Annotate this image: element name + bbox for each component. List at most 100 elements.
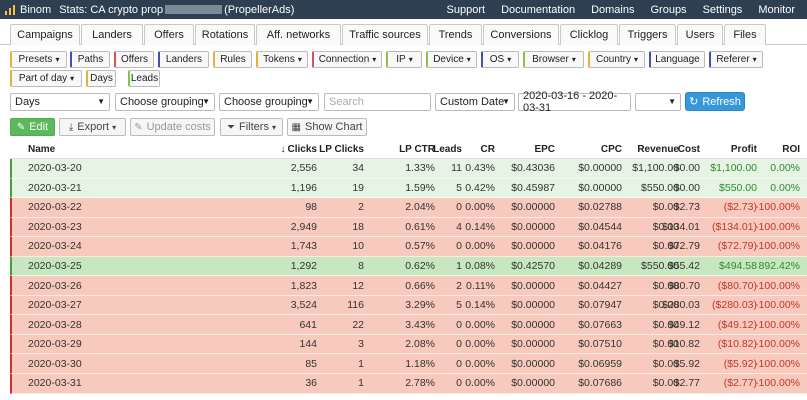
cell-epc: $0.00000 [511,299,555,312]
filter-offers[interactable]: Offers [114,51,154,68]
topnav-settings[interactable]: Settings [703,4,743,16]
filter-part-of-day[interactable]: Part of day ▾ [10,70,82,87]
caret-down-icon: ▾ [297,55,302,64]
cell-name: 2020-03-31 [28,377,82,390]
table-row[interactable]: 2020-03-31 36 1 2.78% 0 0.00% $0.00000 $0.07686… [10,374,807,394]
export-button[interactable]: ⤓ Export ▾ [59,118,126,136]
filter-tokens[interactable]: Tokens ▾ [256,51,308,68]
caret-down-icon: ▾ [466,55,471,64]
filter-os[interactable]: OS ▾ [481,51,519,68]
cell-clicks: 144 [299,338,317,351]
cell-leads: 11 [451,162,462,175]
show-chart-button[interactable]: ▦ Show Chart [287,118,367,136]
caret-down-icon: ▾ [55,55,60,64]
col-clicks[interactable]: ↓ Clicks [281,141,317,158]
tab-trends[interactable]: Trends [429,24,482,45]
cell-lp-clicks: 12 [352,279,364,292]
cell-lp-clicks: 1 [358,357,364,370]
col-name[interactable]: Name [28,141,55,158]
filter-referer[interactable]: Referer ▾ [709,51,763,68]
topnav-documentation[interactable]: Documentation [501,4,575,16]
topnav-domains[interactable]: Domains [591,4,634,16]
tab-files[interactable]: Files [724,24,766,45]
tab-offers[interactable]: Offers [144,24,194,45]
filter-language[interactable]: Language [649,51,705,68]
cell-revenue: $1,100.00 [632,162,679,175]
brand[interactable]: Binom [0,4,51,16]
col-cost[interactable]: Cost [678,141,700,158]
filter-ip[interactable]: IP ▾ [386,51,422,68]
table-row[interactable]: 2020-03-30 85 1 1.18% 0 0.00% $0.00000 $0.06959… [10,354,807,375]
cell-roi: -100.00% [755,299,800,312]
period-select[interactable]: Days ▼ [10,93,110,111]
cell-leads: 0 [456,318,462,331]
table-row[interactable]: 2020-03-27 3,524 116 3.29% 5 0.14% $0.00000 $0.… [10,295,807,316]
date-range-input[interactable]: 2020-03-16 - 2020-03-31 [518,90,631,114]
col-roi[interactable]: ROI [782,141,800,158]
update-costs-label: Update costs [146,121,211,133]
topnav-support[interactable]: Support [447,4,486,16]
filter-connection[interactable]: Connection ▾ [312,51,382,68]
filters-button[interactable]: ⏷ Filters ▾ [220,118,283,136]
date-mode-select[interactable]: Custom Date ▼ [435,93,515,111]
filter-leads[interactable]: Leads [128,70,160,87]
tab-triggers[interactable]: Triggers [619,24,676,45]
cell-epc: $0.00000 [511,279,555,292]
table-row[interactable]: 2020-03-26 1,823 12 0.66% 2 0.11% $0.00000 $0.0… [10,276,807,296]
filter-browser[interactable]: Browser ▾ [523,51,584,68]
bar-chart-icon [5,4,15,15]
tab-traffic-sources[interactable]: Traffic sources [342,24,428,45]
tab-users[interactable]: Users [677,24,723,45]
topnav-monitor[interactable]: Monitor [758,4,795,16]
col-revenue[interactable]: Revenue [637,141,679,158]
filter-days[interactable]: Days [86,70,116,87]
tab-landers[interactable]: Landers [81,24,143,45]
filter-label: Days [90,73,113,84]
table-row[interactable]: 2020-03-28 641 22 3.43% 0 0.00% $0.00000 $0.076… [10,315,807,335]
table-row[interactable]: 2020-03-25 1,292 8 0.62% 1 0.08% $0.42570 $0.04… [10,256,807,277]
filter-paths[interactable]: Paths [70,51,110,68]
cell-lp-clicks: 22 [352,318,364,331]
search-input[interactable]: Search [324,93,431,111]
tab-clicklog[interactable]: Clicklog [560,24,618,45]
col-lp-clicks[interactable]: LP Clicks [319,141,364,158]
title-suffix: (PropellerAds) [224,3,295,16]
tab-aff-networks[interactable]: Aff. networks [256,24,341,45]
filter-presets[interactable]: Presets ▾ [10,51,67,68]
tab-rotations[interactable]: Rotations [195,24,255,45]
col-leads[interactable]: Leads [433,141,462,158]
table-row[interactable]: 2020-03-23 2,949 18 0.61% 4 0.14% $0.00000 $0.0… [10,217,807,238]
cell-cr: 0.00% [465,377,495,390]
table-row[interactable]: 2020-03-22 98 2 2.04% 0 0.00% $0.00000 $0.02788… [10,198,807,218]
col-profit[interactable]: Profit [731,141,757,158]
col-cr[interactable]: CR [481,141,495,158]
grouping-select-1[interactable]: Choose grouping ▼ [115,93,215,111]
timezone-select[interactable]: ▼ [635,93,681,111]
col-epc[interactable]: EPC [534,141,555,158]
grouping-select-2[interactable]: Choose grouping ▼ [219,93,319,111]
topnav-groups[interactable]: Groups [650,4,686,16]
table-row[interactable]: 2020-03-29 144 3 2.08% 0 0.00% $0.00000 $0.0751… [10,334,807,355]
cell-lp-clicks: 3 [358,338,364,351]
filter-country[interactable]: Country ▾ [588,51,645,68]
col-lp-ctr[interactable]: LP CTR [399,141,435,158]
filter-device[interactable]: Device ▾ [426,51,477,68]
update-costs-button[interactable]: ✎ Update costs [130,118,215,136]
cell-leads: 5 [456,299,462,312]
refresh-button[interactable]: ↻ Refresh [685,92,745,111]
caret-down-icon: ▾ [372,55,377,64]
filter-landers[interactable]: Landers [158,51,209,68]
table-row[interactable]: 2020-03-21 1,196 19 1.59% 5 0.42% $0.45987 $0.0… [10,178,807,199]
edit-button[interactable]: ✎ Edit [10,118,55,136]
table-header: Name ↓ Clicks LP Clicks LP CTR Leads CR E… [10,141,807,159]
tab-campaigns[interactable]: Campaigns [10,24,80,45]
caret-down-icon: ▼ [202,97,210,106]
col-cpc[interactable]: CPC [601,141,622,158]
table-row[interactable]: 2020-03-24 1,743 10 0.57% 0 0.00% $0.00000 $0.0… [10,237,807,257]
table-row[interactable]: 2020-03-20 2,556 34 1.33% 11 0.43% $0.43036 $0.… [10,159,807,179]
filter-rules[interactable]: Rules [213,51,252,68]
tab-conversions[interactable]: Conversions [483,24,559,45]
caret-down-icon: ▾ [634,55,639,64]
cell-clicks: 1,196 [290,181,317,194]
cell-profit: ($10.82) [717,338,757,351]
